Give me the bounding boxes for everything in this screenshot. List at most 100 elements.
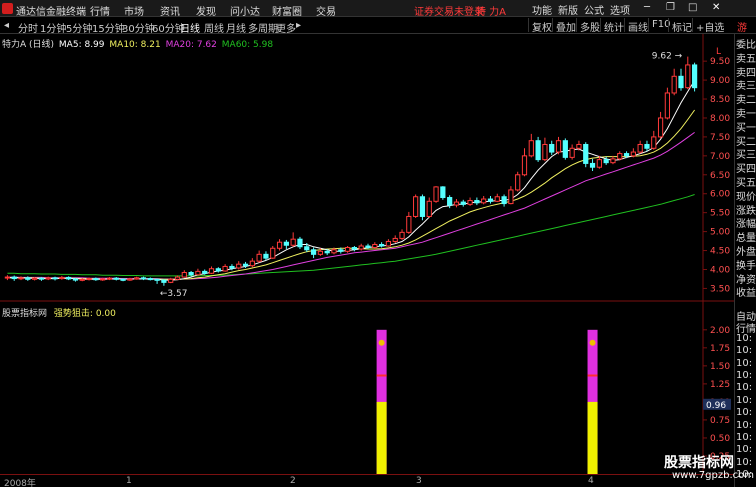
candle-body: [161, 279, 167, 283]
tick-time-label: 10:: [736, 382, 753, 394]
candle-body: [433, 186, 439, 202]
candle-body: [413, 196, 419, 217]
function-button[interactable]: 功能: [532, 2, 552, 17]
quote-field-label: 卖五: [736, 53, 756, 65]
candle-body: [528, 140, 534, 157]
tick-time-label: 10:: [736, 394, 753, 406]
ind-value-tag-label: 0.96: [706, 401, 726, 411]
signal-coin-icon: [589, 339, 596, 346]
candle-body: [365, 245, 371, 249]
close-icon[interactable]: ✕: [712, 2, 720, 13]
candle-body: [344, 247, 351, 252]
price-tick-label: 8.50: [710, 95, 730, 105]
adjust-button[interactable]: 复权: [528, 18, 555, 34]
candle: [515, 171, 521, 192]
signal-bar: [376, 329, 387, 474]
candle-body: [501, 196, 507, 205]
signal-bar: [587, 329, 598, 474]
minimize-icon[interactable]: ─: [644, 2, 650, 13]
period-5min[interactable]: 5分钟: [66, 20, 92, 35]
candle-body: [379, 243, 385, 247]
candle-body: [372, 243, 378, 249]
ind-tick-label: 1.25: [710, 380, 730, 390]
options-button[interactable]: 选项: [610, 2, 630, 17]
candle-body: [651, 136, 657, 149]
indicator-name[interactable]: 股票指标网: [2, 309, 47, 319]
candle-body: [229, 265, 235, 269]
candle-body: [392, 237, 398, 242]
candle-body: [263, 253, 269, 259]
candle-body: [678, 75, 684, 89]
price-tick-label: 9.00: [710, 76, 730, 86]
period-daily[interactable]: 日线: [180, 20, 200, 35]
kline-chart[interactable]: 9.50 9.00 8.50 8.00 7.50 7.00 6.50 6.00 5.50 5.00…: [0, 34, 734, 474]
candle-body: [202, 270, 208, 274]
candle-body: [515, 174, 521, 191]
candle-body: [576, 143, 582, 149]
arrow-right-icon[interactable]: ▸: [296, 20, 301, 31]
quote-field-label: 换手: [736, 260, 756, 272]
menu-item-market[interactable]: 市场: [124, 3, 144, 18]
candle-body: [467, 200, 473, 205]
login-label[interactable]: 游客: [734, 18, 756, 49]
new-version-button[interactable]: 新版: [558, 2, 578, 17]
quote-field-label: 净资: [736, 274, 756, 286]
mark-button[interactable]: 标记: [668, 18, 695, 34]
candle-body: [331, 249, 337, 254]
period-weekly[interactable]: 周线: [204, 20, 224, 35]
add-watchlist-button[interactable]: +自选: [692, 18, 727, 34]
candle-body: [195, 270, 201, 276]
menu-item-trade[interactable]: 交易: [316, 3, 336, 18]
legend-ma5: MA5: 8.99: [58, 40, 105, 50]
candle: [583, 142, 589, 168]
candle-body: [25, 277, 31, 280]
candle-body: [106, 277, 113, 280]
legend-ma10: MA10: 8.21: [109, 40, 161, 50]
tick-time-label: 10:: [736, 456, 753, 468]
legend-ma20: MA20: 7.62: [165, 40, 217, 50]
formula-button[interactable]: 公式: [584, 2, 604, 17]
candle-body: [562, 140, 568, 158]
period-15min[interactable]: 15分钟: [92, 20, 125, 35]
candle-body: [644, 143, 650, 149]
tick-time-label: 10:: [736, 407, 753, 419]
quote-field-label: 买二: [736, 136, 756, 148]
menu-item-wealth[interactable]: 财富圈: [272, 3, 302, 18]
candle-body: [630, 151, 636, 157]
candle: [297, 236, 303, 250]
period-more[interactable]: 更多: [276, 20, 296, 35]
tick-time-label: 10:: [736, 432, 753, 443]
tick-time-label: 10:: [736, 419, 753, 431]
period-multi[interactable]: 多周期: [248, 20, 278, 35]
restore-icon[interactable]: ❐: [666, 2, 675, 13]
time-label-month2: 2: [290, 476, 296, 486]
candle-body: [18, 277, 24, 280]
signal-red-mark: [587, 374, 598, 377]
draw-line-button[interactable]: 画线: [624, 18, 651, 34]
login-notice[interactable]: 证券交易未登录: [414, 3, 484, 18]
period-monthly[interactable]: 月线: [226, 20, 246, 35]
candle-body: [290, 238, 296, 246]
ind-tick-label: 2.00: [710, 326, 730, 336]
overlay-button[interactable]: 叠加: [552, 18, 579, 34]
candle-body: [4, 276, 11, 279]
quote-field-label: 卖四: [736, 67, 756, 79]
arrow-left-icon[interactable]: ◂: [4, 20, 9, 31]
candle-body: [215, 268, 221, 272]
maximize-icon[interactable]: □: [688, 2, 697, 13]
candle-body: [154, 278, 160, 281]
menu-item-news[interactable]: 资讯: [160, 3, 180, 18]
period-30min[interactable]: 30分钟: [122, 20, 155, 35]
menu-item-ask[interactable]: 问小达: [230, 3, 260, 18]
statistics-button[interactable]: 统计: [600, 18, 627, 34]
menu-item-discover[interactable]: 发现: [196, 3, 216, 18]
legend-stock: 特力A (日线): [2, 40, 55, 50]
period-tick[interactable]: 分时: [18, 20, 38, 35]
ma-legend: 特力A (日线) MA5: 8.99 MA10: 8.21 MA20: 7.62…: [2, 37, 275, 50]
tick-time-label: 10:: [736, 444, 753, 456]
quote-field-label: 委比: [736, 40, 756, 51]
menu-item-quotes[interactable]: 行情: [90, 3, 110, 18]
period-1min[interactable]: 1分钟: [40, 20, 66, 35]
multi-stock-button[interactable]: 多股: [576, 18, 603, 34]
time-axis: 2008年 1 2 3 4: [0, 474, 734, 487]
